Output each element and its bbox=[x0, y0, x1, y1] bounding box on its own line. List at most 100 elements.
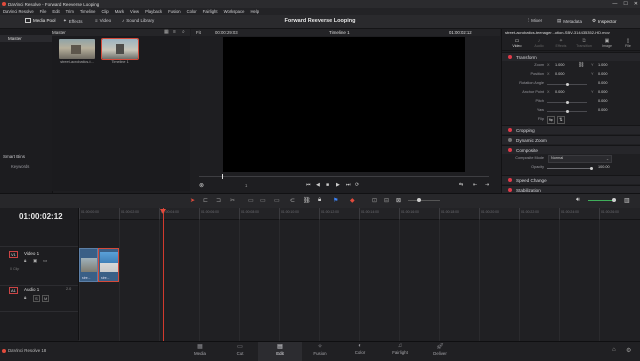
volume-knob[interactable] bbox=[612, 198, 616, 202]
menu-item-clip[interactable]: Clip bbox=[102, 9, 109, 14]
lock-track-icon[interactable]: 🔒︎ bbox=[24, 258, 26, 263]
playhead[interactable] bbox=[163, 208, 164, 341]
full-extent-zoom-icon[interactable]: ⊡ bbox=[372, 197, 377, 204]
menu-item-edit[interactable]: Edit bbox=[52, 9, 59, 14]
go-to-start-icon[interactable]: ⏮ bbox=[306, 182, 311, 188]
yaw-field[interactable]: 0.000 bbox=[598, 108, 608, 112]
position-y-field[interactable]: 0.000 bbox=[598, 72, 608, 76]
page-color[interactable]: ◐ Color bbox=[338, 342, 382, 361]
marker-icon[interactable]: ◆ bbox=[350, 197, 355, 204]
zoom-x-field[interactable]: 1.000 bbox=[555, 63, 565, 67]
position-x-field[interactable]: 0.000 bbox=[555, 72, 565, 76]
clip-thumbnail-timeline[interactable] bbox=[101, 38, 139, 60]
maximize-icon[interactable]: ☐ bbox=[623, 1, 627, 7]
yaw-slider-knob[interactable] bbox=[566, 110, 569, 113]
clip-thumbnail-street[interactable] bbox=[59, 39, 95, 59]
inspector-button[interactable]: ⚙ Inspector bbox=[592, 18, 617, 24]
menu-item-trim[interactable]: Trim bbox=[66, 9, 74, 14]
tab-transition[interactable]: ⧉ Transition bbox=[573, 38, 595, 48]
effects-button[interactable]: ✦ Effects bbox=[63, 18, 82, 24]
insert-clip-icon[interactable]: ▭ bbox=[248, 197, 254, 204]
mute-button[interactable]: M bbox=[42, 295, 50, 302]
composite-mode-dropdown[interactable]: Normal ⌄ bbox=[548, 155, 612, 163]
opacity-slider-knob[interactable] bbox=[590, 167, 593, 170]
scrubber-track[interactable] bbox=[199, 176, 489, 177]
stabilization-enable-icon[interactable] bbox=[508, 188, 512, 192]
page-edit[interactable]: ▤ Edit bbox=[258, 342, 302, 361]
match-frame-icon[interactable]: ⇆ bbox=[459, 182, 463, 188]
track-visibility-icon[interactable]: ▭ bbox=[43, 258, 47, 264]
mixer-button[interactable]: ⫶ Mixer bbox=[528, 18, 542, 23]
overwrite-clip-icon[interactable]: ▭ bbox=[260, 197, 266, 204]
pitch-slider-knob[interactable] bbox=[566, 101, 569, 104]
in-point-icon[interactable]: ⇤ bbox=[473, 182, 477, 188]
link-icon[interactable]: ⛓ bbox=[578, 62, 584, 68]
home-icon[interactable]: ⌂ bbox=[612, 347, 616, 353]
menu-item-resolve[interactable]: DaVinci Resolve bbox=[3, 9, 34, 14]
speed-change-section[interactable]: Speed Change bbox=[502, 175, 640, 184]
menu-item-help[interactable]: Help bbox=[250, 9, 259, 14]
speaker-icon[interactable]: 🔊︎ bbox=[576, 197, 580, 204]
playhead-handle[interactable] bbox=[160, 209, 166, 214]
go-to-end-icon[interactable]: ⏭ bbox=[346, 182, 351, 188]
anchor-y-field[interactable]: 0.000 bbox=[598, 90, 608, 94]
flip-vertical-icon[interactable]: ⇅ bbox=[557, 116, 565, 124]
auto-select-icon[interactable]: ▣ bbox=[33, 258, 37, 264]
stop-icon[interactable]: ■ bbox=[326, 182, 329, 188]
viewer-options-icon[interactable]: ⊗ bbox=[199, 182, 204, 189]
trim-tool-icon[interactable]: ⊏ bbox=[203, 197, 208, 204]
page-media[interactable]: ▦ Media bbox=[178, 342, 222, 361]
custom-zoom-icon[interactable]: ⊠ bbox=[396, 197, 401, 204]
timeline-clip-video-1[interactable]: stre... bbox=[79, 248, 98, 282]
cropping-enable-icon[interactable] bbox=[508, 128, 512, 132]
menu-item-fusion[interactable]: Fusion bbox=[168, 9, 181, 14]
blade-tool-icon[interactable]: ✂ bbox=[230, 197, 235, 204]
solo-button[interactable]: S bbox=[33, 295, 40, 302]
bin-master[interactable]: Master bbox=[0, 35, 52, 42]
minimize-icon[interactable]: — bbox=[612, 1, 617, 7]
composite-enable-icon[interactable] bbox=[508, 148, 512, 152]
grid-view-icon[interactable]: ▦ bbox=[164, 29, 169, 35]
composite-section[interactable]: Composite bbox=[502, 145, 640, 154]
page-deliver[interactable]: 🚀︎ Deliver bbox=[418, 342, 462, 361]
page-fusion[interactable]: ✧ Fusion bbox=[298, 342, 342, 361]
flip-horizontal-icon[interactable]: ⇆ bbox=[547, 116, 555, 124]
opacity-field[interactable]: 100.00 bbox=[598, 165, 610, 169]
rotation-slider-knob[interactable] bbox=[566, 83, 569, 86]
speed-change-enable-icon[interactable] bbox=[508, 178, 512, 182]
selection-tool-icon[interactable]: ➤ bbox=[190, 197, 195, 204]
sound-library-button[interactable]: ♪ Sound Library bbox=[122, 18, 154, 23]
dynamic-zoom-enable-icon[interactable] bbox=[508, 138, 512, 142]
timeline-zoom-knob[interactable] bbox=[417, 198, 421, 202]
video-button[interactable]: ≡ Video bbox=[95, 18, 111, 23]
menu-item-file[interactable]: File bbox=[40, 9, 47, 14]
snapping-icon[interactable]: ⊂ bbox=[290, 197, 295, 204]
audio-track-id[interactable]: A1 bbox=[9, 287, 18, 294]
keywords-bin[interactable]: Keywords bbox=[11, 164, 29, 169]
metadata-button[interactable]: ▤ Metadata bbox=[557, 18, 582, 24]
replace-clip-icon[interactable]: ▭ bbox=[274, 197, 280, 204]
menu-item-color[interactable]: Color bbox=[187, 9, 197, 14]
timeline-clip-video-2[interactable]: stre... bbox=[98, 248, 119, 282]
page-fairlight[interactable]: ♫ Fairlight bbox=[378, 342, 422, 361]
tab-audio[interactable]: ♪ Audio bbox=[531, 38, 547, 48]
anchor-x-field[interactable]: 0.000 bbox=[555, 90, 565, 94]
zoom-fit-dropdown[interactable]: Fit bbox=[196, 30, 201, 35]
dynamic-trim-icon[interactable]: ⊐ bbox=[216, 197, 221, 204]
detail-zoom-icon[interactable]: ⊟ bbox=[384, 197, 389, 204]
media-pool-button[interactable]: Media Pool bbox=[25, 18, 56, 23]
tab-video[interactable]: ▭ Video bbox=[509, 38, 525, 48]
tab-effects[interactable]: ✦ Effects bbox=[552, 38, 570, 48]
tab-file[interactable]: ▯ File bbox=[620, 38, 636, 48]
list-view-icon[interactable]: ≡ bbox=[173, 29, 176, 35]
opacity-slider[interactable] bbox=[547, 168, 592, 169]
settings-gear-icon[interactable]: ⚙ bbox=[626, 347, 631, 354]
menu-item-fairlight[interactable]: Fairlight bbox=[203, 9, 218, 14]
zoom-y-field[interactable]: 1.000 bbox=[598, 63, 608, 67]
menu-item-timeline[interactable]: Timeline bbox=[80, 9, 96, 14]
tab-image[interactable]: ▣ Image bbox=[598, 38, 616, 48]
menu-item-workspace[interactable]: Workspace bbox=[224, 9, 245, 14]
menu-item-playback[interactable]: Playback bbox=[145, 9, 162, 14]
transform-enable-icon[interactable] bbox=[508, 55, 512, 59]
dynamic-zoom-section[interactable]: Dynamic Zoom bbox=[502, 135, 640, 144]
